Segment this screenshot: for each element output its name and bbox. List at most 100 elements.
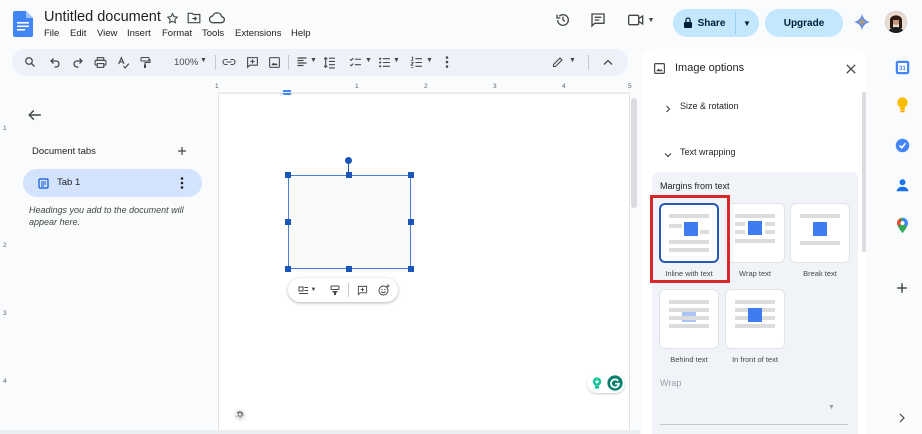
paint-format-icon[interactable] xyxy=(137,54,153,70)
insights-bulb-icon[interactable] xyxy=(590,376,604,390)
comments-icon[interactable] xyxy=(588,10,608,30)
version-history-icon[interactable] xyxy=(553,10,573,30)
checklist-caret-icon[interactable]: ▼ xyxy=(365,57,372,64)
tab-item-tab-1[interactable]: Tab 1 xyxy=(23,169,202,197)
menu-extensions[interactable]: Extensions xyxy=(235,28,281,39)
avatar[interactable] xyxy=(885,11,907,33)
zoom-caret-icon[interactable]: ▼ xyxy=(200,57,207,64)
share-main-button[interactable]: Share xyxy=(673,9,735,37)
more-options-icon[interactable] xyxy=(439,54,455,70)
gemini-icon[interactable] xyxy=(852,12,872,32)
resize-handle-left[interactable] xyxy=(285,219,291,225)
menu-tools[interactable]: Tools xyxy=(202,28,224,39)
vertical-ruler[interactable]: 1 2 3 4 xyxy=(0,95,12,434)
wrap-option-break-text[interactable] xyxy=(790,203,850,263)
rotate-handle[interactable] xyxy=(345,157,352,164)
resize-handle-bottom-right[interactable] xyxy=(408,266,414,272)
document-title[interactable]: Untitled document xyxy=(44,9,161,25)
bulleted-list-caret-icon[interactable]: ▼ xyxy=(393,57,400,64)
menu-help[interactable]: Help xyxy=(291,28,311,39)
wrap-select[interactable] xyxy=(660,424,848,425)
horizontal-scrollbar[interactable] xyxy=(0,430,640,434)
back-arrow-icon[interactable] xyxy=(26,106,44,124)
add-emoji-reaction-icon[interactable] xyxy=(376,282,392,298)
resize-handle-right[interactable] xyxy=(408,219,414,225)
editing-mode-caret-icon[interactable]: ▼ xyxy=(569,57,576,64)
add-comment-icon[interactable] xyxy=(244,54,260,70)
menu-file[interactable]: File xyxy=(44,28,59,39)
insert-link-icon[interactable] xyxy=(221,54,237,70)
align-icon[interactable] xyxy=(294,54,310,70)
numbered-list-caret-icon[interactable]: ▼ xyxy=(426,57,433,64)
print-icon[interactable] xyxy=(92,54,108,70)
behind-text-icon xyxy=(669,300,709,328)
image-floating-toolbar: ▼ xyxy=(288,278,398,302)
wrap-option-behind-text[interactable] xyxy=(659,289,719,349)
chevron-down-icon[interactable] xyxy=(663,147,673,158)
insert-image-icon[interactable] xyxy=(266,54,282,70)
undo-icon[interactable] xyxy=(47,54,63,70)
menu-edit[interactable]: Edit xyxy=(70,28,86,39)
calendar-icon[interactable]: 31 xyxy=(893,58,911,76)
grammarly-widget[interactable] xyxy=(587,373,625,393)
resize-handle-bottom[interactable] xyxy=(346,266,352,272)
close-icon[interactable] xyxy=(843,61,859,77)
align-caret-icon[interactable]: ▼ xyxy=(310,57,317,64)
line-spacing-icon[interactable] xyxy=(321,54,337,70)
menu-format[interactable]: Format xyxy=(162,28,192,39)
move-folder-icon[interactable] xyxy=(187,11,201,25)
panel-scrollbar[interactable] xyxy=(862,92,866,252)
keep-icon[interactable] xyxy=(893,96,911,114)
wrap-select-caret-icon[interactable]: ▼ xyxy=(828,404,835,411)
vruler-label: 3 xyxy=(3,310,7,317)
share-button[interactable]: Share ▼ xyxy=(673,9,759,37)
resize-handle-top-right[interactable] xyxy=(408,172,414,178)
contacts-icon[interactable] xyxy=(893,175,911,193)
hide-menus-chevron-up-icon[interactable] xyxy=(600,54,616,70)
add-addon-plus-icon[interactable] xyxy=(893,279,911,297)
indent-marker-icon[interactable] xyxy=(282,85,292,98)
editing-mode-icon[interactable] xyxy=(550,54,566,70)
image-toolbar-divider xyxy=(348,283,349,297)
document-page[interactable] xyxy=(218,95,630,434)
menu-insert[interactable]: Insert xyxy=(127,28,151,39)
resize-handle-bottom-left[interactable] xyxy=(285,266,291,272)
fingerprint-icon[interactable] xyxy=(232,407,248,423)
formatting-toolbar: 100% ▼ ▼ ▼ ▼ ▼ ▼ xyxy=(12,49,628,76)
tasks-icon[interactable] xyxy=(893,136,911,154)
maps-icon[interactable] xyxy=(893,216,911,234)
selected-image[interactable] xyxy=(288,175,411,269)
wrap-option-in-front-of-text[interactable] xyxy=(725,289,785,349)
search-menus-icon[interactable] xyxy=(22,54,38,70)
chevron-right-icon[interactable] xyxy=(663,101,673,113)
checklist-icon[interactable] xyxy=(347,54,363,70)
grammarly-logo-icon[interactable] xyxy=(607,375,623,391)
resize-handle-top-left[interactable] xyxy=(285,172,291,178)
add-comment-icon[interactable] xyxy=(354,282,370,298)
docs-logo-icon[interactable] xyxy=(13,11,33,37)
spellcheck-icon[interactable] xyxy=(115,54,131,70)
section-size-rotation[interactable]: Size & rotation xyxy=(680,101,739,111)
chevron-right-icon[interactable] xyxy=(893,409,911,427)
tab-more-options-icon[interactable] xyxy=(175,175,189,191)
resize-handle-top[interactable] xyxy=(346,172,352,178)
numbered-list-icon[interactable] xyxy=(408,54,424,70)
wrap-option-wrap-text[interactable] xyxy=(725,203,785,263)
cloud-saved-icon[interactable] xyxy=(209,11,225,25)
share-dropdown-icon[interactable]: ▼ xyxy=(735,9,759,37)
bulleted-list-icon[interactable] xyxy=(376,54,392,70)
image-options-icon[interactable] xyxy=(327,282,343,298)
horizontal-ruler[interactable]: 1 1 2 3 4 5 xyxy=(215,82,632,98)
add-tab-icon[interactable] xyxy=(174,143,190,159)
menu-view[interactable]: View xyxy=(97,28,117,39)
upgrade-button[interactable]: Upgrade xyxy=(765,9,843,37)
lock-icon xyxy=(683,17,693,29)
ruler-label: 2 xyxy=(424,83,428,90)
meet-icon[interactable]: ▼ xyxy=(626,10,656,30)
section-text-wrapping[interactable]: Text wrapping xyxy=(680,147,736,157)
redo-icon[interactable] xyxy=(70,54,86,70)
star-icon[interactable] xyxy=(165,11,179,25)
wrap-mode-icon[interactable]: ▼ xyxy=(295,282,319,298)
document-scrollbar[interactable] xyxy=(631,98,637,208)
zoom-select[interactable]: 100% xyxy=(174,57,198,68)
